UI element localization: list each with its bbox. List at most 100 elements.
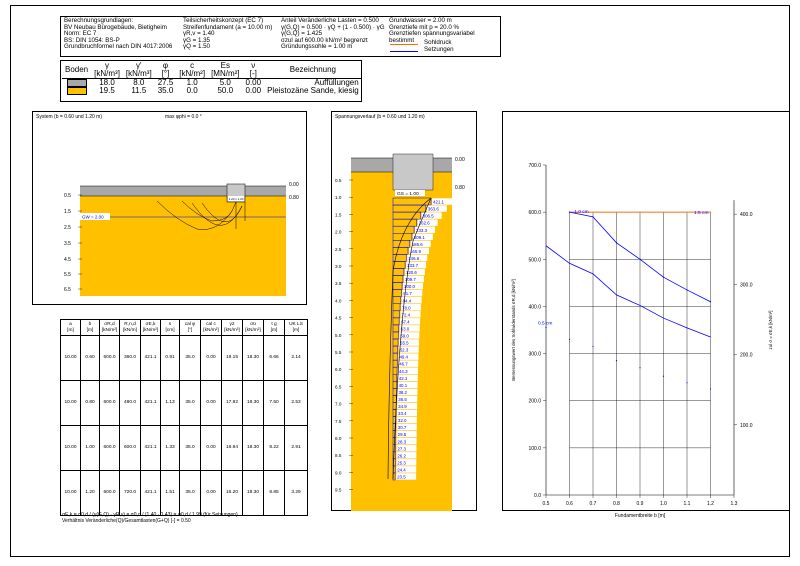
gs-label: GS = 1.00 [397,191,419,197]
depth-tick-label: 4.5 [335,316,342,321]
x-tick-label: 1.3 [731,501,738,507]
table-cell: 16.94 [221,425,243,471]
table-cell: 1.33 [160,425,180,471]
table-cell: 7.50 [263,380,285,426]
results-header: UK LS [m] [284,319,308,336]
system-depth-ticks: 0.5 1.5 2.5 3.5 4.5 5.5 6.5 [64,193,82,293]
legend-setzungen-line [390,51,418,52]
series-point [686,382,688,384]
table-cell: 35.0 [179,425,201,471]
y-tick-label-left: 300.0 [528,352,541,358]
stress-value-label: 29.5 [398,432,407,437]
series-point [592,216,594,218]
depth-tick-label: 5.5 [335,350,342,355]
level-label-0: 0.00 [289,182,299,188]
stress-value-label: 421.1 [433,200,445,205]
table-cell: 421.1 [140,425,161,471]
table-cell: 600.0 [99,335,120,381]
series-point [686,289,688,291]
table-cell: 360.0 [119,335,141,381]
stress-value-label: 27.3 [397,446,406,451]
results-header: a [m] [60,319,81,336]
table-cell: 720.0 [119,470,141,516]
soil-header-bezeichnung: Bezeichnung [289,65,337,74]
series-point [639,367,641,369]
y-tick-label-left: 200.0 [528,399,541,405]
depth-tick-label: 7.0 [335,402,342,407]
table-row: 10.00 1.00 600.0 600.0 421.1 1.33 35.0 0… [60,425,308,471]
soil-swatch-cell [62,87,91,95]
depth-tick-label: 6.5 [64,287,71,293]
stress-value-label: 55.5 [400,341,409,346]
stress-drawing: GS = 1.00 0.00 0.80 0.5 1.0 1.5 2.0 2.5 3.0 3.… [335,153,465,511]
legend-sohldruck-line [390,44,418,45]
stress-value-label: 38.2 [398,390,407,395]
header-line: Gründungssohle = 1.00 m [281,43,353,51]
table-cell: 1.00 [80,425,100,471]
series-point [568,338,571,341]
stress-value-label: 30.7 [398,425,407,430]
soil-cell: Pleistozäne Sande, kiesig [267,86,359,95]
stress-value-label: 44.3 [399,369,408,374]
depth-tick-label: 4.0 [335,298,342,303]
depth-tick-label: 1.5 [64,209,71,215]
depth-tick-label: 7.5 [335,419,342,424]
footing-label: 1.20 x 1.20 [229,197,244,201]
stress-value-label: 23.5 [397,475,406,480]
table-cell: 480.0 [119,380,141,426]
y-tick-label-left: 100.0 [528,446,541,452]
soil-table: Boden γ γ' φ c Es ν Bezeichnung [kN/m³] … [62,62,362,95]
depth-tick-label: 3.5 [335,281,342,286]
table-cell: 421.1 [140,380,161,426]
results-header: b [m] [80,319,100,336]
depth-tick-label: 5.0 [335,333,342,338]
table-cell: 600.0 [99,425,120,471]
series-point [615,242,618,244]
stress-value-label: 185.6 [412,242,424,247]
stress-value-label: 59.0 [400,334,409,339]
table-cell: 600.0 [99,380,120,426]
stress-value-label: 42.1 [399,376,408,381]
header-col3: Anteil Veränderliche Lasten = 0.500 γ(G,… [281,17,391,51]
depth-tick-label: 0.5 [64,193,71,199]
stress-value-label: 26.2 [397,453,406,458]
table-cell: 2.91 [284,425,308,471]
sand-layer [80,196,286,296]
x-tick-label: 0.8 [613,501,620,507]
table-cell: 10.00 [60,425,81,471]
y-tick-label-left: 700.0 [528,163,541,169]
level-label-1: 0.80 [455,185,465,191]
stress-value-label: 25.3 [397,460,406,465]
series-point [662,375,665,377]
results-header: σE,k [kN/m²] [140,319,161,336]
table-cell: 0.00 [200,425,222,471]
table-cell: 1.20 [80,470,100,516]
table-cell: 6.66 [263,335,285,381]
system-drawing: 1.20 x 1.20 GW = 2.00 0.00 0.80 0.5 1.5 … [64,182,299,296]
depth-tick-label: 5.5 [64,272,71,278]
chart-svg: 0.0 100.0 200.0 300.0 400.0 500.0 600.0 700.0 10… [511,163,773,519]
soil-header-boden: Boden [65,65,89,74]
stress-value-label: 46.7 [399,362,408,367]
table-cell: 10.00 [60,470,81,516]
depth-tick-label: 1.0 [335,195,342,200]
stress-value-label: 24.4 [397,467,406,472]
stress-depth-axis: 0.5 1.0 1.5 2.0 2.5 3.0 3.5 4.0 4.5 5.0 5.5 6.0 6.5 7… [335,178,353,493]
x-tick-label: 0.7 [590,501,597,507]
stress-value-label: 40.1 [399,383,408,388]
y-tick-label-right: 200.0 [740,353,753,359]
stress-value-label: 32.0 [398,418,407,423]
table-cell: 0.00 [200,380,222,426]
table-cell: 421.1 [140,470,161,516]
table-cell: 600.0 [119,425,141,471]
footing [392,153,434,191]
table-cell: 2.14 [284,335,308,381]
depth-tick-label: 2.5 [335,247,342,252]
soil-swatch-auffuellungen [66,79,87,87]
table-cell: 3.29 [284,470,308,516]
table-cell: 10.00 [60,335,81,381]
y-tick-label-left: 400.0 [528,304,541,310]
stress-value-label: 33.4 [398,411,407,416]
table-cell: 8.22 [263,425,285,471]
table-cell: 1.13 [160,380,180,426]
